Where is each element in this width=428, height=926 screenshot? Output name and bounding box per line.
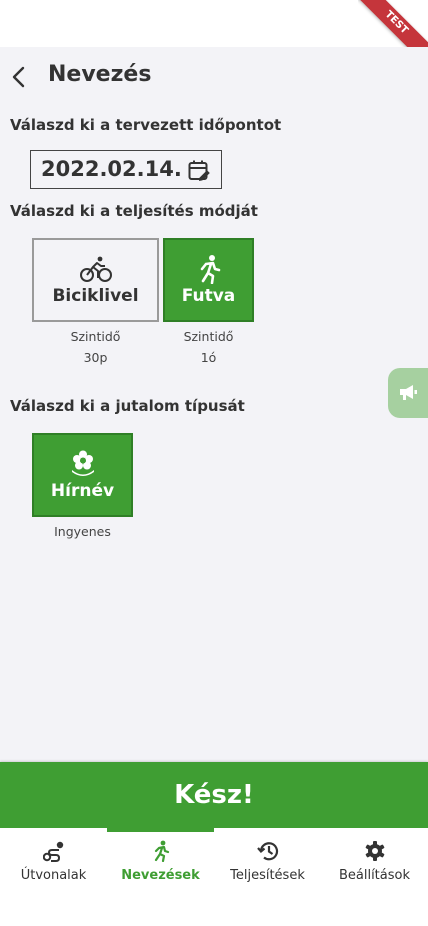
- nav-indicator: [0, 828, 107, 832]
- nav-label-routes: Útvonalak: [20, 868, 87, 883]
- page-title: Nevezés: [48, 62, 152, 87]
- back-arrow-icon[interactable]: [10, 66, 28, 88]
- date-section-label: Válaszd ki a tervezett időpontot: [10, 116, 282, 134]
- bicycle-icon: [79, 256, 112, 282]
- nav-indicator: [321, 828, 428, 832]
- mode-option-bicycle[interactable]: Biciklivel: [32, 238, 159, 322]
- date-picker-field[interactable]: 2022.02.14.: [30, 150, 222, 189]
- bicycle-limit-label: Szintidő: [70, 329, 121, 344]
- history-icon: [257, 842, 279, 861]
- megaphone-icon: [400, 385, 417, 400]
- nav-item-settings[interactable]: Beállítások: [321, 828, 428, 898]
- reward-option-fame-caption: Ingyenes: [54, 524, 111, 539]
- date-value: 2022.02.14.: [41, 157, 182, 181]
- mode-option-running-label: Futva: [181, 286, 236, 306]
- running-limit-label: Szintidő: [183, 329, 234, 344]
- nav-indicator-active: [107, 828, 214, 832]
- mode-option-running[interactable]: Futva: [163, 238, 254, 322]
- mode-section-label: Válaszd ki a teljesítés módját: [10, 202, 258, 220]
- running-icon: [200, 255, 220, 284]
- nav-item-routes[interactable]: Útvonalak: [0, 828, 107, 898]
- mode-option-running-caption: Szintidő 1ó: [163, 326, 254, 368]
- calendar-edit-icon: [188, 160, 210, 181]
- bicycle-limit-value: 30p: [83, 350, 108, 365]
- mode-option-bicycle-label: Biciklivel: [52, 286, 139, 306]
- nav-item-entries[interactable]: Nevezések: [107, 828, 214, 898]
- bottom-navigation: Útvonalak Nevezések Teljesítések Beállít…: [0, 828, 428, 926]
- gear-icon: [365, 841, 385, 861]
- route-icon: [43, 841, 64, 862]
- nav-item-completions[interactable]: Teljesítések: [214, 828, 321, 898]
- nav-label-entries: Nevezések: [121, 868, 200, 883]
- flower-icon: [71, 450, 94, 476]
- nav-label-completions: Teljesítések: [230, 868, 305, 883]
- running-icon: [154, 840, 170, 862]
- reward-option-fame-label: Hírnév: [50, 481, 115, 501]
- reward-option-fame[interactable]: Hírnév: [32, 433, 133, 517]
- reward-section-label: Válaszd ki a jutalom típusát: [10, 397, 245, 415]
- nav-label-settings: Beállítások: [338, 868, 411, 883]
- done-button[interactable]: Kész!: [0, 762, 428, 828]
- feedback-tab[interactable]: [388, 368, 428, 418]
- mode-option-bicycle-caption: Szintidő 30p: [32, 326, 159, 368]
- running-limit-value: 1ó: [200, 350, 217, 365]
- nav-indicator: [214, 828, 321, 832]
